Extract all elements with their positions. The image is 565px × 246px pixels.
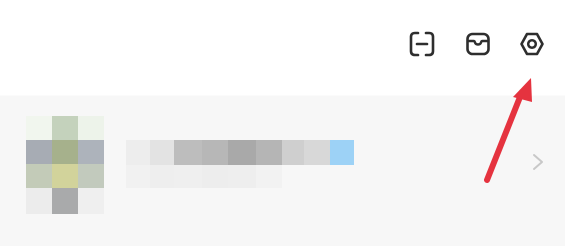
screen xyxy=(0,0,565,246)
profile-name-blur xyxy=(126,124,356,192)
settings-icon xyxy=(520,32,544,56)
profile-row[interactable] xyxy=(0,96,565,246)
top-bar xyxy=(0,0,565,88)
storage-box-button[interactable] xyxy=(458,24,498,64)
scan-button[interactable] xyxy=(402,24,442,64)
box-icon xyxy=(466,32,490,56)
scan-icon xyxy=(409,31,435,57)
avatar[interactable] xyxy=(26,116,104,214)
chevron-right-icon xyxy=(528,152,548,172)
settings-button[interactable] xyxy=(512,24,552,64)
